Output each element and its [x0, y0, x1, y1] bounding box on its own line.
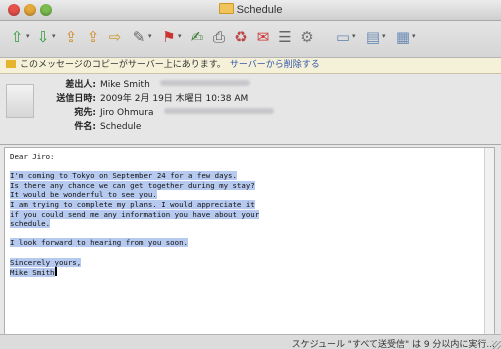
subject-value: Schedule: [100, 122, 142, 132]
message-line: I'm coming to Tokyo on September 24 for …: [10, 171, 259, 181]
status-bar: スケジュール "すべて送受信" は 9 分以内に実行...: [0, 334, 501, 349]
message-line: Is there any chance we can get together …: [10, 180, 259, 191]
attach-icon[interactable]: ✎: [130, 28, 148, 46]
filter-icon[interactable]: ⚙: [298, 28, 316, 46]
title-bar[interactable]: Schedule: [0, 0, 501, 21]
delete-from-server-link[interactable]: サーバーから削除する: [230, 60, 320, 70]
reply-icon[interactable]: ⇧: [8, 28, 26, 46]
vertical-scrollbar[interactable]: [484, 148, 494, 334]
view-icon[interactable]: ▤: [364, 28, 382, 46]
text-cursor-icon: [54, 267, 57, 277]
mail-window: Schedule ⇧ ▾ ⇩ ▾ ⇪ ⇪ ⇨ ✎ ▾ ⚑ ▾ ✍ ⎙ ♻ ✉ ☰…: [0, 0, 501, 349]
message-line-text: schedule.: [10, 219, 51, 229]
junk-icon[interactable]: ✉: [254, 28, 272, 46]
from-value[interactable]: Mike Smith: [100, 79, 250, 91]
toolbar: ⇧ ▾ ⇩ ▾ ⇪ ⇪ ⇨ ✎ ▾ ⚑ ▾ ✍ ⎙ ♻ ✉ ☰ ⚙ ▭ ▾ ▤ …: [0, 21, 501, 58]
to-name[interactable]: Jiro Ohmura: [100, 108, 154, 118]
message-line: schedule.: [10, 219, 259, 229]
message-line-text: Dear Jiro:: [10, 152, 55, 161]
message-body[interactable]: Dear Jiro: I'm coming to Tokyo on Septemb…: [4, 147, 495, 335]
compose-icon[interactable]: ✍: [188, 28, 206, 46]
date-value: 2009年 2月 19日 木曜日 10:38 AM: [100, 94, 249, 104]
delete-icon[interactable]: ♻: [232, 28, 250, 46]
from-address-redacted: [159, 80, 250, 86]
list-icon[interactable]: ☰: [276, 28, 294, 46]
folder-view-dropdown-icon[interactable]: ▾: [352, 32, 356, 40]
message-text[interactable]: Dear Jiro: I'm coming to Tokyo on Septemb…: [10, 152, 260, 278]
forward-icon[interactable]: ⇪: [62, 28, 80, 46]
move-icon[interactable]: ⇨: [106, 28, 124, 46]
resize-handle[interactable]: [492, 341, 501, 349]
message-line: Mike Smith: [10, 267, 259, 278]
window-title-text: Schedule: [236, 4, 283, 16]
message-line: [10, 248, 259, 258]
message-header: 差出人: Mike Smith 送信日時: 2009年 2月 19日 木曜日 1…: [0, 74, 501, 220]
folder-icon: [218, 3, 234, 14]
subject-label: 件名:: [74, 122, 96, 132]
notice-flag-icon: [6, 60, 16, 68]
message-line: if you could send me any information you…: [10, 209, 260, 220]
message-line: I am trying to complete my plans. I woul…: [10, 199, 259, 210]
flag-dropdown-icon[interactable]: ▾: [178, 32, 182, 40]
print-icon[interactable]: ⎙: [210, 28, 228, 46]
message-line-text: I am trying to complete my plans. I woul…: [10, 199, 255, 209]
reply-all-dropdown-icon[interactable]: ▾: [52, 32, 56, 40]
message-line-text: It would be wonderful to see you.: [10, 190, 157, 200]
message-line: [10, 229, 259, 239]
message-line-text: I look forward to hearing from you soon.: [10, 238, 188, 248]
notice-text: このメッセージのコピーがサーバー上にあります。: [20, 60, 226, 70]
message-line: [10, 162, 259, 172]
message-line-text: Is there any chance we can get together …: [10, 180, 255, 190]
status-text: スケジュール "すべて送受信" は 9 分以内に実行...: [291, 340, 495, 349]
server-notice-bar: このメッセージのコピーがサーバー上にあります。 サーバーから削除する: [0, 58, 501, 74]
reply-all-icon[interactable]: ⇩: [34, 28, 52, 46]
to-address-redacted: [163, 108, 274, 114]
more-dropdown-icon[interactable]: ▾: [412, 32, 416, 40]
view-dropdown-icon[interactable]: ▾: [382, 32, 386, 40]
message-line-text: Sincerely yours,: [10, 257, 82, 267]
message-line: Dear Jiro:: [10, 152, 259, 162]
message-line: I look forward to hearing from you soon.: [10, 238, 259, 248]
message-line: Sincerely yours,: [10, 257, 259, 268]
message-line-text: if you could send me any information you…: [10, 209, 260, 219]
more-icon[interactable]: ▦: [394, 28, 412, 46]
attach-dropdown-icon[interactable]: ▾: [148, 32, 152, 40]
date-label: 送信日時:: [56, 94, 96, 104]
reply-dropdown-icon[interactable]: ▾: [26, 32, 30, 40]
to-value[interactable]: Jiro Ohmura: [100, 107, 274, 119]
redirect-icon[interactable]: ⇪: [84, 28, 102, 46]
message-line-text: Mike Smith: [10, 268, 55, 278]
folder-view-icon[interactable]: ▭: [334, 28, 352, 46]
from-name[interactable]: Mike Smith: [100, 80, 150, 90]
window-title: Schedule: [0, 3, 501, 16]
message-line: It would be wonderful to see you.: [10, 190, 259, 200]
from-label: 差出人:: [65, 80, 96, 90]
to-label: 宛先:: [74, 108, 96, 118]
flag-icon[interactable]: ⚑: [160, 28, 178, 46]
message-line-text: I'm coming to Tokyo on September 24 for …: [10, 171, 237, 181]
